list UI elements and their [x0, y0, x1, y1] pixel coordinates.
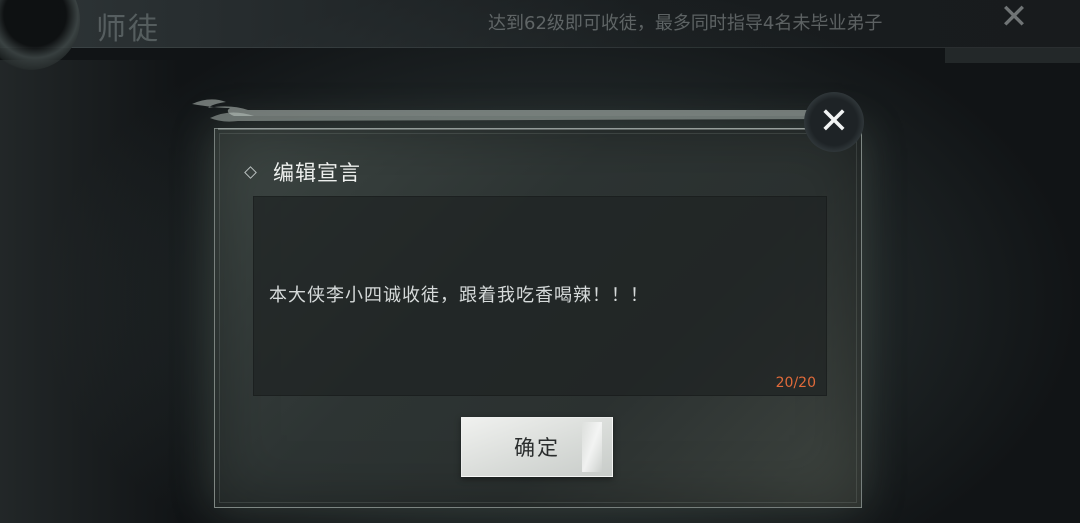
confirm-button[interactable]: 确定 — [461, 417, 613, 477]
dialog-close-button[interactable]: ✕ — [796, 86, 872, 158]
dialog-title: 编辑宣言 — [273, 161, 361, 185]
declaration-text: 本大侠李小四诚收徒，跟着我吃香喝辣！！！ — [269, 285, 649, 306]
confirm-button-label: 确定 — [514, 436, 560, 460]
background-close-button[interactable]: ✕ — [994, 0, 1034, 34]
cloud-ornament — [192, 99, 838, 130]
char-count: 20/20 — [775, 375, 816, 391]
background-header-divider — [0, 47, 1080, 48]
button-shine — [582, 422, 602, 472]
close-icon: ✕ — [818, 101, 850, 142]
dialog-header: 编辑宣言 — [244, 157, 361, 187]
declaration-text-input[interactable]: 本大侠李小四诚收徒，跟着我吃香喝辣！！！ 20/20 — [253, 196, 827, 396]
diamond-icon — [244, 165, 257, 179]
close-icon: ✕ — [999, 0, 1029, 37]
background-side-panel — [0, 60, 180, 523]
background-strip — [945, 48, 1080, 63]
background-page-title: 师徒 — [96, 12, 160, 47]
background-hint-text: 达到62级即可收徒，最多同时指导4名未毕业弟子 — [488, 13, 883, 34]
